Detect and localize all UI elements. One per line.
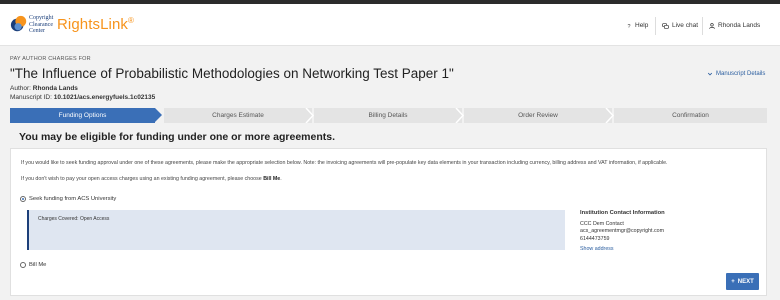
option-acs-university[interactable]: Seek funding from ACS University — [20, 196, 116, 202]
section-heading: You may be eligible for funding under on… — [19, 131, 336, 143]
rightslink-brand: RightsLink® — [57, 16, 134, 33]
page-title: "The Influence of Probabilistic Methodol… — [10, 66, 454, 81]
chat-icon — [662, 22, 669, 29]
help-link[interactable]: ? Help — [626, 22, 649, 29]
author-value: Rhonda Lands — [32, 85, 78, 92]
contact-phone: 6144473759 — [580, 235, 610, 242]
radio-bill-me[interactable] — [20, 262, 26, 268]
progress-steps: Funding Options Charges Estimate Billing… — [10, 108, 767, 123]
radio-acs-university[interactable] — [20, 196, 26, 202]
ccc-logo-icon — [10, 15, 27, 32]
author-label: Author: — [10, 85, 31, 92]
manuscript-details-label: Manuscript Details — [716, 71, 766, 77]
next-label: NEXT — [737, 278, 754, 285]
nav-divider — [655, 17, 656, 35]
show-address-link[interactable]: Show address — [580, 246, 665, 254]
bill-me-hint: If you don't wish to pay your open acces… — [21, 176, 282, 182]
intro-text: If you would like to seek funding approv… — [21, 160, 668, 166]
breadcrumb: PAY AUTHOR CHARGES FOR — [10, 56, 91, 62]
option-bill-me-label: Bill Me — [29, 262, 47, 268]
logo-line-1: Copyright — [29, 15, 54, 21]
question-icon: ? — [628, 24, 631, 29]
manuscript-label: Manuscript ID: — [10, 94, 52, 101]
help-label: Help — [635, 22, 649, 29]
ccc-logo-text: Copyright Clearance Center — [29, 15, 53, 35]
charges-covered-text: Charges Covered: Open Access — [38, 216, 110, 222]
brand-name: RightsLink — [57, 16, 129, 33]
contact-heading: Institution Contact Information — [580, 210, 665, 216]
svg-text:?: ? — [628, 24, 631, 29]
app-header: Copyright Clearance Center RightsLink® ?… — [0, 4, 780, 46]
brand-mark: ® — [128, 16, 135, 25]
nav-divider — [702, 17, 703, 35]
option-acs-label: Seek funding from ACS University — [29, 196, 117, 202]
funding-details-box: Charges Covered: Open Access — [27, 210, 565, 250]
next-button[interactable]: + NEXT — [726, 273, 759, 290]
manuscript-details-toggle[interactable]: Manuscript Details — [707, 71, 765, 77]
author-line: Author: Rhonda Lands — [10, 85, 78, 92]
contact-email: acs_agreementmgr@copyright.com — [580, 228, 664, 234]
bill-me-hint-suffix: . — [280, 176, 282, 182]
institution-contact: Institution Contact Information CCC Dem … — [580, 210, 665, 254]
user-menu[interactable]: Rhonda Lands — [709, 22, 760, 29]
option-bill-me[interactable]: Bill Me — [20, 262, 46, 268]
live-chat-label: Live chat — [672, 22, 699, 29]
user-icon — [709, 22, 715, 29]
user-name: Rhonda Lands — [718, 22, 761, 29]
bill-me-hint-bold: Bill Me — [263, 176, 281, 182]
manuscript-line: Manuscript ID: 10.1021/acs.energyfuels.1… — [10, 94, 155, 101]
chevron-down-icon — [707, 72, 713, 76]
live-chat-link[interactable]: Live chat — [662, 22, 698, 29]
logo-line-3: Center — [29, 28, 45, 34]
funding-options-card: If you would like to seek funding approv… — [10, 148, 767, 296]
step-separators — [305, 108, 615, 123]
manuscript-value: 10.1021/acs.energyfuels.1c02135 — [53, 94, 156, 101]
bill-me-hint-prefix: If you don't wish to pay your open acces… — [21, 176, 262, 182]
plus-icon: + — [731, 278, 735, 285]
contact-name: CCC Dem Contact — [580, 220, 624, 227]
